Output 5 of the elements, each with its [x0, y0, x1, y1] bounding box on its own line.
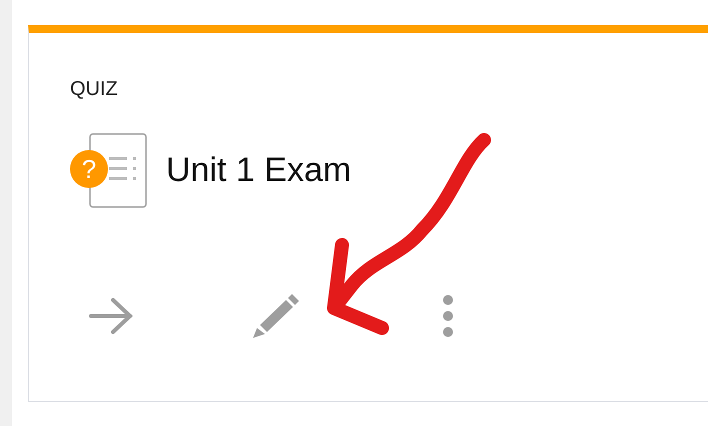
- pencil-icon[interactable]: [253, 294, 299, 338]
- more-options-icon[interactable]: [442, 295, 454, 337]
- type-label: QUIZ: [70, 77, 119, 101]
- question-badge: ?: [70, 150, 108, 188]
- quiz-title: Unit 1 Exam: [166, 151, 352, 190]
